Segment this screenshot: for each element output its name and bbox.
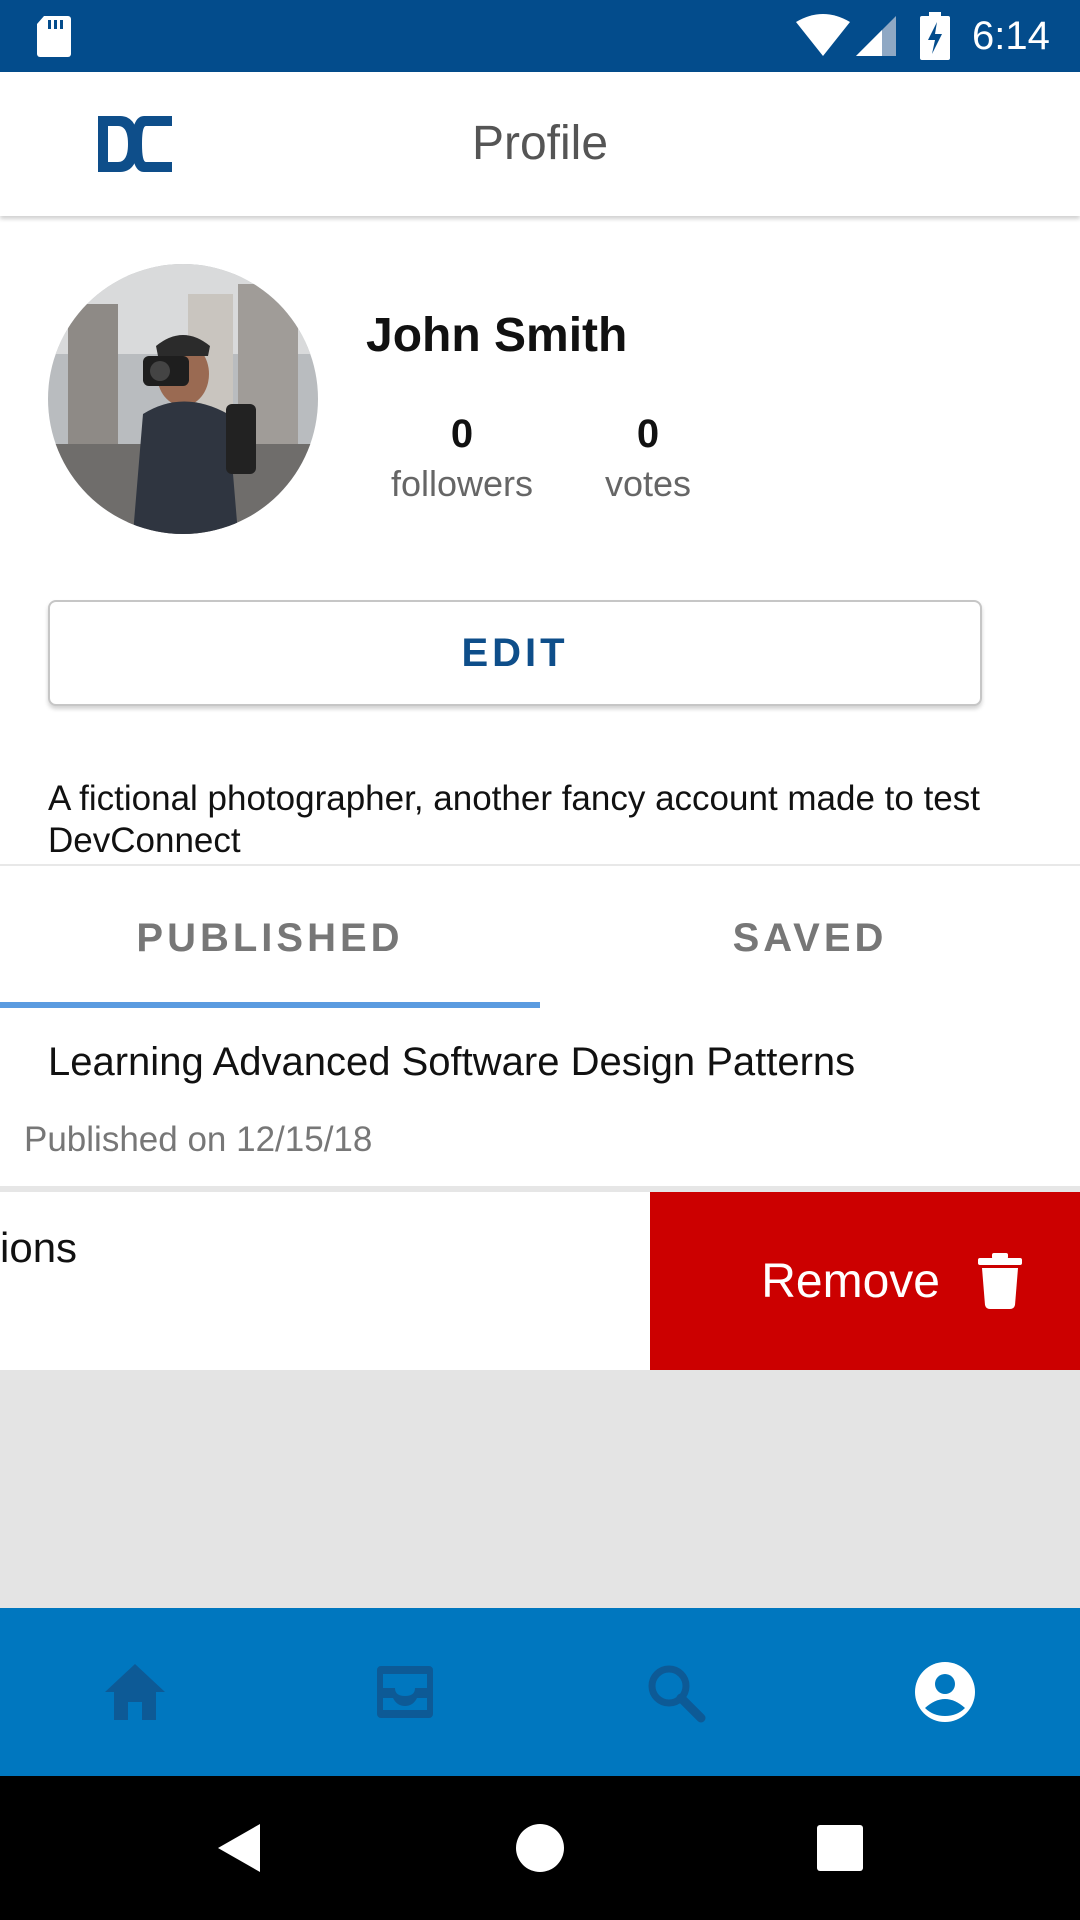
- bottom-navigation: [0, 1608, 1080, 1776]
- account-circle-icon: [915, 1662, 975, 1722]
- search-icon: [648, 1665, 706, 1723]
- swiped-post-title-fragment: ions: [0, 1224, 78, 1271]
- followers-stat[interactable]: 0 followers: [372, 406, 552, 506]
- nav-profile[interactable]: [810, 1608, 1080, 1776]
- clock: 6:14: [972, 14, 1050, 58]
- avatar: [48, 264, 318, 534]
- swiped-list-item[interactable]: [0, 1192, 650, 1370]
- battery-charging-icon: [920, 12, 950, 60]
- app-header: Profile: [0, 72, 1080, 216]
- post-date: Published on 12/15/18: [24, 1120, 373, 1159]
- user-name: John Smith: [366, 309, 628, 362]
- remove-button[interactable]: Remove: [650, 1192, 1080, 1370]
- votes-count: 0: [636, 412, 660, 456]
- page-title: Profile: [471, 117, 609, 170]
- post-title[interactable]: Learning Advanced Software Design Patter…: [48, 1034, 855, 1090]
- votes-stat[interactable]: 0 votes: [558, 406, 738, 506]
- avatar-photo: [48, 264, 318, 534]
- recents-button[interactable]: [660, 1776, 1020, 1920]
- followers-count: 0: [450, 412, 474, 456]
- tab-published[interactable]: PUBLISHED: [0, 910, 540, 966]
- sd-card-icon: [37, 16, 71, 57]
- home-icon: [105, 1664, 165, 1720]
- recents-icon: [817, 1825, 863, 1871]
- tab-indicator: [0, 1002, 540, 1008]
- bio-text: A fictional photographer, another fancy …: [48, 779, 980, 860]
- remove-label: Remove: [761, 1254, 940, 1308]
- nav-inbox[interactable]: [270, 1608, 540, 1776]
- nav-search[interactable]: [540, 1608, 810, 1776]
- wifi-icon: [796, 14, 850, 56]
- nav-home[interactable]: [0, 1608, 270, 1776]
- back-icon: [218, 1824, 260, 1872]
- divider: [0, 864, 1080, 866]
- signal-icon: [856, 16, 896, 56]
- empty-list-area: [0, 1370, 1080, 1608]
- trash-icon: [978, 1253, 1022, 1309]
- system-navigation-bar: [0, 1776, 1080, 1920]
- edit-profile-button[interactable]: EDIT: [48, 600, 982, 706]
- followers-label: followers: [390, 463, 534, 504]
- votes-label: votes: [604, 463, 692, 504]
- inbox-icon: [377, 1666, 433, 1718]
- tab-saved[interactable]: SAVED: [540, 910, 1080, 966]
- status-bar: 6:14: [0, 0, 1080, 72]
- home-circle-icon: [516, 1824, 564, 1872]
